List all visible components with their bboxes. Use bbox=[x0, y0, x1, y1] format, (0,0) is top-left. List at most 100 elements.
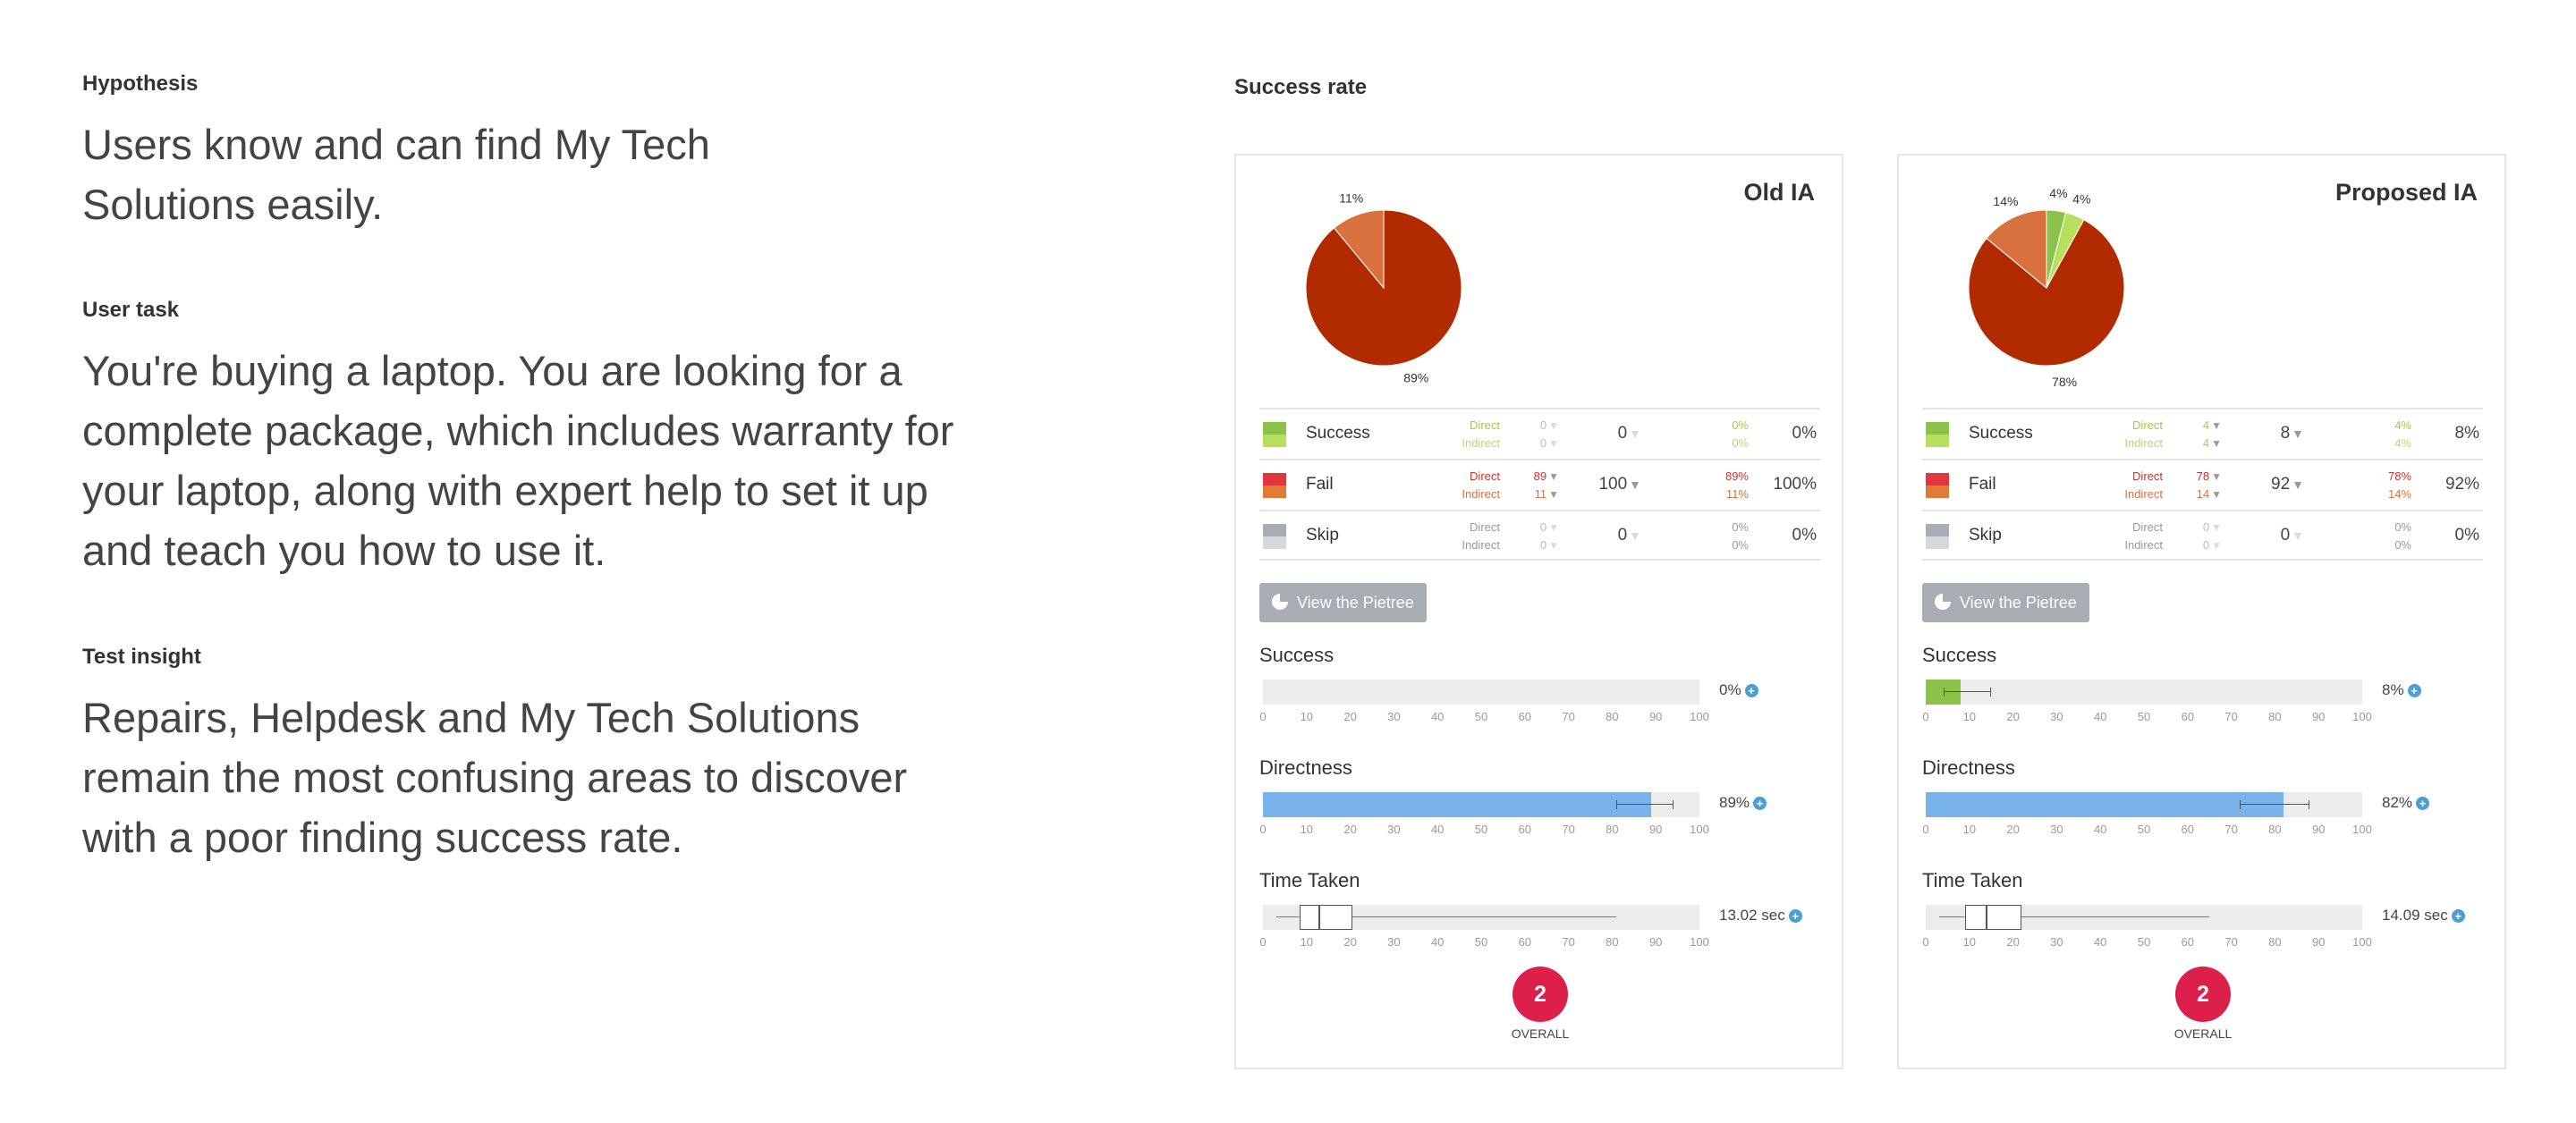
result-row-skip: Skip Direct Indirect 0 ▼ 0 ▼ 0 ▼ 0% 0% 0% bbox=[1259, 510, 1820, 561]
expand-plus-icon[interactable]: + bbox=[2451, 909, 2465, 924]
indirect-percent: 14% bbox=[2387, 487, 2411, 501]
filter-icon[interactable]: ▼ bbox=[1548, 539, 1559, 552]
skip-swatch bbox=[1926, 524, 1949, 549]
hypothesis-text: Users know and can find My Tech Solution… bbox=[82, 121, 710, 228]
proposed-ia-card: Proposed IA 4% 4% 78% 14% Success Direct Indire… bbox=[1897, 154, 2506, 1069]
filter-icon[interactable]: ▼ bbox=[1548, 419, 1559, 432]
expand-plus-icon[interactable]: + bbox=[1744, 684, 1758, 698]
tick-label: 0 bbox=[1922, 823, 1929, 836]
tick-label: 80 bbox=[2268, 710, 2282, 723]
hypothesis-label: Hypothesis bbox=[82, 72, 199, 96]
results-table: Success Direct Indirect 0 ▼ 0 ▼ 0 ▼ 0% 0% 0% Fail Dir… bbox=[1259, 408, 1820, 561]
tick-label: 20 bbox=[1343, 823, 1357, 836]
tick-label: 50 bbox=[2137, 710, 2151, 723]
tick-label: 100 bbox=[1690, 710, 1709, 723]
pie-slice-label: 14% bbox=[1993, 194, 2018, 208]
success-swatch bbox=[1926, 422, 1949, 447]
view-pietree-button[interactable]: View the Pietree bbox=[1259, 583, 1427, 622]
tick-label: 10 bbox=[1962, 935, 1977, 949]
result-row-skip: Skip Direct Indirect 0 ▼ 0 ▼ 0 ▼ 0% 0% 0% bbox=[1922, 510, 2483, 561]
tick-label: 20 bbox=[2006, 710, 2020, 723]
filter-icon[interactable]: ▼ bbox=[2211, 419, 2222, 432]
view-pietree-button[interactable]: View the Pietree bbox=[1922, 583, 2089, 622]
filter-icon[interactable]: ▼ bbox=[2211, 470, 2222, 483]
direct-count: 0 ▼ bbox=[1539, 520, 1559, 534]
filter-icon[interactable]: ▼ bbox=[2211, 521, 2222, 534]
tick-label: 80 bbox=[1606, 823, 1619, 836]
tick-label: 20 bbox=[2006, 823, 2020, 836]
pie-slice-label: 78% bbox=[2052, 375, 2077, 389]
indirect-percent: 0% bbox=[1732, 436, 1749, 450]
filter-icon[interactable]: ▼ bbox=[2292, 426, 2304, 441]
direct-label: Direct bbox=[1470, 520, 1500, 534]
axis-ticks: 0 10 20 30 40 50 60 70 80 90 100 bbox=[1259, 935, 1708, 950]
pie-slice-label: 11% bbox=[1339, 190, 1363, 205]
filter-icon[interactable]: ▼ bbox=[1629, 528, 1641, 543]
filter-icon[interactable]: ▼ bbox=[2292, 477, 2304, 492]
filter-icon[interactable]: ▼ bbox=[2211, 437, 2222, 450]
time-taken-value: 13.02 sec + bbox=[1719, 907, 1802, 925]
time-taken-label: Time Taken bbox=[1259, 869, 1360, 891]
indirect-count: 0 ▼ bbox=[1539, 436, 1559, 450]
tick-label: 80 bbox=[1606, 710, 1619, 723]
result-name: Fail bbox=[1306, 475, 1334, 494]
filter-icon[interactable]: ▼ bbox=[2292, 528, 2304, 543]
directness-label: Directness bbox=[1922, 756, 2015, 779]
direct-percent: 0% bbox=[2394, 520, 2411, 534]
result-row-success: Success Direct Indirect 4 ▼ 4 ▼ 8 ▼ 4% 4% 8% bbox=[1922, 408, 2483, 459]
filter-icon[interactable]: ▼ bbox=[1548, 470, 1559, 483]
filter-icon[interactable]: ▼ bbox=[1629, 426, 1641, 441]
filter-icon[interactable]: ▼ bbox=[1548, 437, 1559, 450]
success-bar bbox=[1263, 680, 1699, 705]
tick-label: 50 bbox=[2137, 935, 2151, 949]
indirect-count: 0 ▼ bbox=[1539, 538, 1559, 552]
direct-count: 89 ▼ bbox=[1533, 469, 1559, 483]
tick-label: 80 bbox=[2268, 823, 2282, 836]
direct-label: Direct bbox=[2132, 418, 2163, 432]
expand-plus-icon[interactable]: + bbox=[2407, 684, 2421, 698]
indirect-count: 0 ▼ bbox=[2202, 538, 2222, 552]
filter-icon[interactable]: ▼ bbox=[2211, 488, 2222, 501]
tick-label: 70 bbox=[1562, 823, 1575, 836]
tick-label: 100 bbox=[2352, 710, 2372, 723]
filter-icon[interactable]: ▼ bbox=[1629, 477, 1641, 492]
result-pie-chart: 4% 4% 78% 14% bbox=[1968, 186, 2125, 389]
tick-label: 50 bbox=[1474, 823, 1488, 836]
hypothesis-section: Hypothesis Users know and can find My Te… bbox=[82, 72, 843, 234]
tick-label: 0 bbox=[1922, 935, 1929, 949]
result-name: Success bbox=[1306, 424, 1370, 443]
tick-label: 10 bbox=[1962, 710, 1977, 723]
overall-label: OVERALL bbox=[2174, 1026, 2233, 1041]
result-row-fail: Fail Direct Indirect 89 ▼ 11 ▼ 100 ▼ 89% 11% 100% bbox=[1259, 459, 1820, 510]
direct-label: Direct bbox=[2132, 469, 2163, 483]
direct-percent: 89% bbox=[1724, 469, 1749, 483]
filter-icon[interactable]: ▼ bbox=[1548, 521, 1559, 534]
tick-label: 90 bbox=[1648, 935, 1663, 949]
overall-score-badge: 2 bbox=[2175, 967, 2231, 1022]
tick-label: 70 bbox=[2224, 935, 2238, 949]
tick-label: 40 bbox=[2093, 823, 2107, 836]
tick-label: 0 bbox=[1259, 935, 1267, 949]
total-count: 0 ▼ bbox=[1617, 526, 1641, 545]
indirect-percent: 0% bbox=[2394, 538, 2411, 552]
tick-label: 50 bbox=[1474, 935, 1488, 949]
directness-value: 82% + bbox=[2382, 794, 2430, 812]
filter-icon[interactable]: ▼ bbox=[2211, 539, 2222, 552]
direct-count: 78 ▼ bbox=[2196, 469, 2222, 483]
tick-label: 90 bbox=[2311, 935, 2326, 949]
results-table: Success Direct Indirect 4 ▼ 4 ▼ 8 ▼ 4% 4% 8% Fail Dir… bbox=[1922, 408, 2483, 561]
tick-label: 30 bbox=[2050, 823, 2063, 836]
expand-plus-icon[interactable]: + bbox=[2416, 797, 2430, 811]
result-pie-chart: 89% 11% bbox=[1305, 190, 1462, 385]
tick-label: 70 bbox=[2224, 710, 2238, 723]
filter-icon[interactable]: ▼ bbox=[1548, 488, 1559, 501]
expand-plus-icon[interactable]: + bbox=[1788, 909, 1802, 924]
user-task-label: User task bbox=[82, 298, 180, 322]
fail-swatch bbox=[1926, 473, 1949, 498]
tick-label: 90 bbox=[1648, 823, 1663, 836]
tick-label: 70 bbox=[1562, 710, 1575, 723]
expand-plus-icon[interactable]: + bbox=[1753, 797, 1767, 811]
directness-label: Directness bbox=[1259, 756, 1352, 779]
box-upper bbox=[1319, 905, 1353, 930]
total-percent: 8% bbox=[2454, 424, 2479, 443]
